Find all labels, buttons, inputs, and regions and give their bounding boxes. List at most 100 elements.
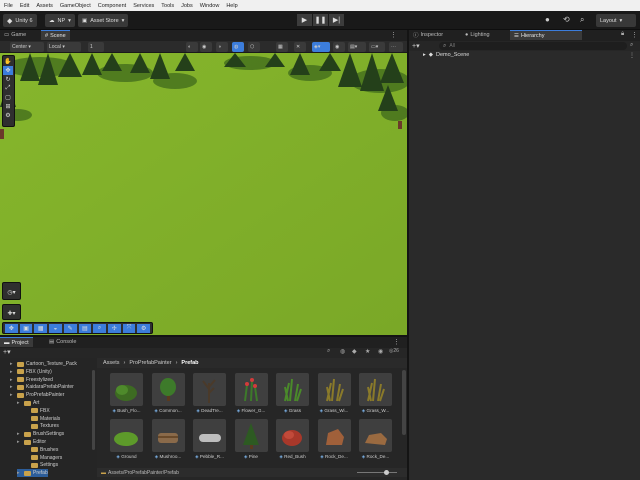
brush-transform-icon[interactable]: ✢ bbox=[107, 324, 121, 333]
expand-arrow-icon[interactable]: ▸ bbox=[10, 384, 15, 390]
filter-label-icon[interactable]: ◆ bbox=[352, 348, 357, 355]
favorites-icon[interactable]: ★ bbox=[365, 348, 370, 355]
tree-item[interactable]: ▸ ProPrefabPainter bbox=[10, 391, 64, 399]
account-button[interactable]: ☁ NP ▾ bbox=[45, 14, 75, 27]
menu-item-jobs[interactable]: Jobs bbox=[181, 3, 193, 9]
tree-item[interactable]: Materials bbox=[24, 415, 60, 423]
brush-save-icon[interactable]: ▣ bbox=[19, 324, 33, 333]
menu-item-gameobject[interactable]: GameObject bbox=[60, 3, 91, 9]
expand-arrow-icon[interactable]: ▸ bbox=[10, 361, 15, 367]
expand-arrow-icon[interactable]: ▸ bbox=[17, 439, 22, 445]
layout-dropdown[interactable]: Layout ▾ bbox=[596, 14, 636, 27]
asset-item[interactable]: ◈ Rock_De... bbox=[357, 419, 394, 464]
more-options-icon[interactable]: ⋮ bbox=[631, 31, 638, 39]
more-options-icon[interactable]: ⋮ bbox=[390, 31, 397, 39]
scene-root-row[interactable]: ▸ ◆ Demo_Scene bbox=[423, 52, 469, 58]
hierarchy-search[interactable]: ⌕ All bbox=[439, 42, 627, 50]
pivot-dropdown[interactable]: Center ▾ bbox=[10, 42, 44, 52]
transform-tool-icon[interactable]: ⊞ bbox=[3, 102, 13, 111]
scene-camera-icon[interactable]: ▤▾ bbox=[348, 42, 366, 52]
view-options-icon[interactable]: ◷▾ bbox=[3, 288, 20, 297]
tab-game[interactable]: ▭ Game bbox=[0, 30, 30, 40]
tree-item[interactable]: FBX bbox=[24, 407, 50, 415]
breadcrumb-item[interactable]: ProPrefabPainter bbox=[129, 360, 171, 366]
brush-paint-icon[interactable]: ✎ bbox=[63, 324, 77, 333]
scene-viewport[interactable]: ✋ ✥ ↻ ⤢ ▢ ⊞ ⚙ ◷▾ ✚▾ ✥ ▣ ▦ ◒ ✎ ▤ ⌕ ✢ ⤧ ⚙ bbox=[0, 53, 407, 335]
tree-item[interactable]: Textures bbox=[24, 422, 59, 430]
expand-arrow-icon[interactable]: ▸ bbox=[17, 400, 22, 406]
overlay-icon[interactable]: ▭▾ bbox=[369, 42, 385, 52]
rotate-tool-icon[interactable]: ↻ bbox=[3, 75, 13, 84]
menu-item-component[interactable]: Component bbox=[98, 3, 126, 9]
brush-settings-icon[interactable]: ⚙ bbox=[137, 324, 151, 333]
step-button[interactable]: ▶| bbox=[329, 14, 344, 26]
fx-toggle-icon[interactable]: ⬡ bbox=[248, 42, 260, 52]
tree-item[interactable]: ▸ Editor bbox=[17, 438, 46, 446]
menu-item-help[interactable]: Help bbox=[226, 3, 237, 9]
menu-item-edit[interactable]: Edit bbox=[20, 3, 29, 9]
brush-scale-icon[interactable]: ⤧ bbox=[122, 324, 136, 333]
tab-scene[interactable]: # Scene bbox=[41, 30, 70, 40]
hand-tool-icon[interactable]: ✋ bbox=[3, 57, 13, 66]
grid-snap-field[interactable]: 1 bbox=[88, 42, 104, 52]
filter-type-icon[interactable]: ◍ bbox=[340, 348, 345, 355]
tree-item[interactable]: Settings bbox=[24, 461, 58, 469]
expand-arrow-icon[interactable]: ▸ bbox=[10, 369, 15, 375]
asset-item[interactable]: ◈ Pine bbox=[233, 419, 270, 464]
asset-item[interactable]: ◈ Grass bbox=[274, 373, 311, 418]
history-icon[interactable]: ⟲ bbox=[563, 15, 570, 24]
menu-item-window[interactable]: Window bbox=[200, 3, 220, 9]
tree-scrollbar[interactable] bbox=[92, 370, 95, 450]
unity-button[interactable]: ◆ Unity 6 bbox=[3, 14, 37, 27]
asset-item[interactable]: ◈ Bush_Flo... bbox=[108, 373, 145, 418]
asset-scrollbar[interactable] bbox=[402, 370, 406, 435]
brush-erase-icon[interactable]: ◒ bbox=[49, 324, 62, 333]
rect-tool-icon[interactable]: ▢ bbox=[3, 93, 13, 102]
visibility-icon[interactable]: ◉ bbox=[378, 348, 383, 355]
move-tool-icon[interactable]: ✥ bbox=[3, 66, 13, 75]
space-dropdown[interactable]: Local ▾ bbox=[47, 42, 81, 52]
asset-item[interactable]: ◈ Mushroo... bbox=[150, 419, 187, 464]
tree-item[interactable]: ▸ KaidaraPrefabPainter bbox=[10, 383, 74, 391]
asset-item[interactable]: ◈ Rock_De... bbox=[316, 419, 353, 464]
search-icon[interactable]: ⌕ bbox=[327, 348, 330, 355]
search-options-icon[interactable]: ⌕ bbox=[630, 42, 633, 49]
2d-toggle-icon[interactable]: ◉ bbox=[200, 42, 212, 52]
brush-move-icon[interactable]: ✥ bbox=[5, 324, 18, 333]
tree-item[interactable]: Brushes bbox=[24, 446, 58, 454]
asset-item[interactable]: ◈ Pebble_R... bbox=[191, 419, 228, 464]
expand-arrow-icon[interactable]: ▸ bbox=[10, 392, 15, 398]
thumbnail-size-slider[interactable] bbox=[357, 472, 397, 473]
expand-arrow-icon[interactable]: ▸ bbox=[17, 470, 22, 476]
more-options-icon[interactable]: ⋮ bbox=[629, 52, 635, 59]
menu-item-assets[interactable]: Assets bbox=[36, 3, 53, 9]
snap-icon[interactable]: ✚▾ bbox=[3, 309, 20, 318]
more-options-icon[interactable]: ⋮ bbox=[393, 338, 400, 346]
play-button[interactable]: ▶ bbox=[297, 14, 312, 26]
lock-icon[interactable]: 🔒︎ bbox=[621, 31, 624, 38]
thumbnail-size-handle[interactable] bbox=[384, 470, 389, 475]
asset-item[interactable]: ◈ Flower_G... bbox=[233, 373, 270, 418]
pause-button[interactable]: ❚❚ bbox=[313, 14, 328, 26]
expand-arrow-icon[interactable]: ▸ bbox=[10, 377, 15, 383]
custom-tool-icon[interactable]: ⚙ bbox=[3, 111, 13, 120]
scale-tool-icon[interactable]: ⤢ bbox=[3, 84, 13, 93]
gizmos-icon[interactable]: ◈▾ bbox=[312, 42, 330, 52]
tab-inspector[interactable]: ⓘ Inspector bbox=[409, 30, 447, 40]
asset-item[interactable]: ◈ Red_Bush bbox=[274, 419, 311, 464]
asset-item[interactable]: ◈ DeadTre... bbox=[191, 373, 228, 418]
create-icon[interactable]: +▾ bbox=[3, 348, 11, 356]
tab-console[interactable]: ▤ Console bbox=[45, 337, 80, 347]
hidden-toggle-icon[interactable]: ▦ bbox=[276, 42, 288, 52]
asset-item[interactable]: ◈ Grass_Wi... bbox=[316, 373, 353, 418]
collab-icon[interactable]: ● bbox=[545, 15, 550, 24]
tree-item[interactable]: ▸ Prefab bbox=[17, 469, 48, 478]
lighting-toggle-icon[interactable]: ◑ bbox=[216, 42, 228, 52]
asset-item[interactable]: ◈ Grass_W... bbox=[357, 373, 394, 418]
brush-grid-icon[interactable]: ▦ bbox=[34, 324, 48, 333]
menu-item-services[interactable]: Services bbox=[133, 3, 154, 9]
tab-project[interactable]: ▬ Project bbox=[0, 337, 33, 347]
camera-icon[interactable]: ✕ bbox=[294, 42, 306, 52]
menu-item-file[interactable]: File bbox=[4, 3, 13, 9]
add-icon[interactable]: +▾ bbox=[412, 42, 420, 50]
